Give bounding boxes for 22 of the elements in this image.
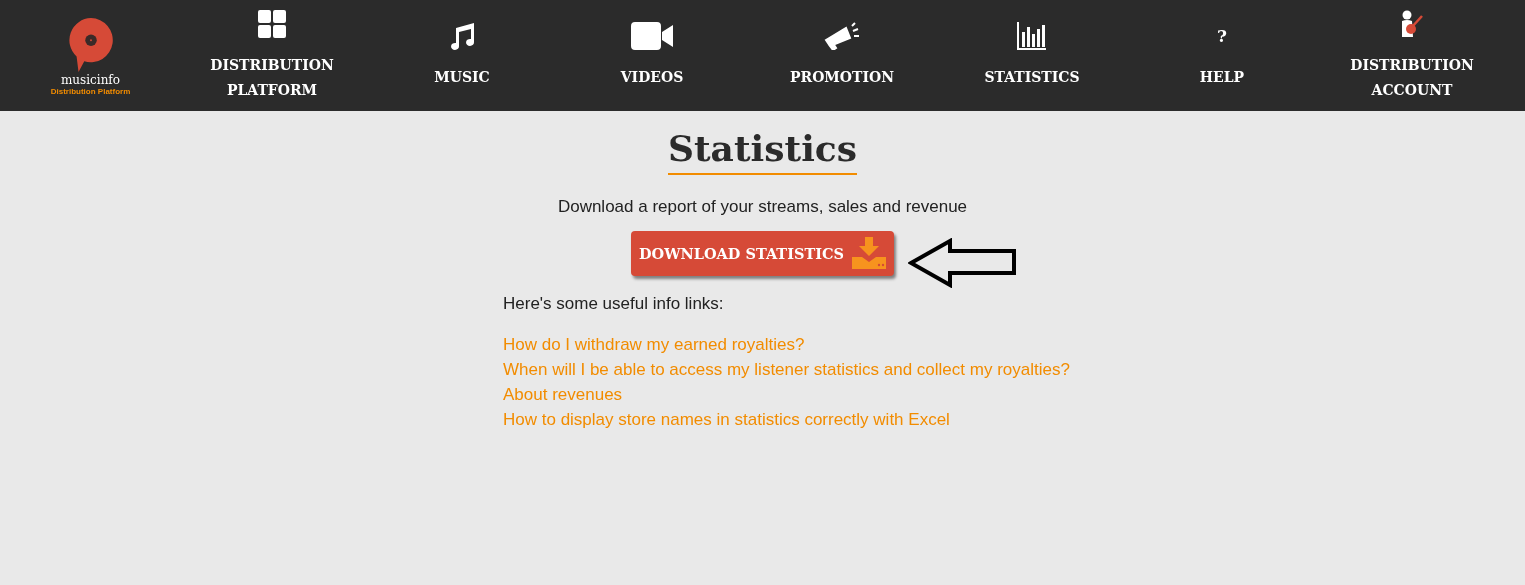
logo-name: musicinfo (60, 73, 121, 87)
logo-icon[interactable] (66, 15, 115, 74)
nav-item[interactable]: STATISTICS (937, 0, 1127, 111)
video-camera-icon (631, 22, 673, 50)
nav-item[interactable]: PROMOTION (747, 0, 937, 111)
grid-icon (258, 9, 286, 38)
music-note-icon (448, 22, 476, 50)
nav-item[interactable]: ? HELP (1127, 0, 1317, 111)
download-icon (852, 237, 886, 269)
bar-chart-icon (1017, 22, 1047, 50)
links-intro: Here's some useful info links: (503, 294, 725, 314)
megaphone-icon (824, 22, 860, 50)
nav-item[interactable]: MUSIC (367, 0, 557, 111)
nav-item[interactable]: DISTRIBUTION ACCOUNT (1317, 0, 1507, 111)
page-subtitle: Download a report of your streams, sales and revenue (557, 197, 968, 217)
nav-item[interactable]: VIDEOS (557, 0, 747, 111)
logo-tagline: Distribution Platform (50, 86, 131, 96)
help-icon: ? (1217, 22, 1227, 50)
page-title: Statistics (668, 123, 857, 175)
nav-item[interactable]: DISTRIBUTION PLATFORM (177, 0, 367, 111)
guitarist-icon (1399, 9, 1425, 38)
download-button[interactable]: DOWNLOAD STATISTICS (631, 231, 894, 276)
